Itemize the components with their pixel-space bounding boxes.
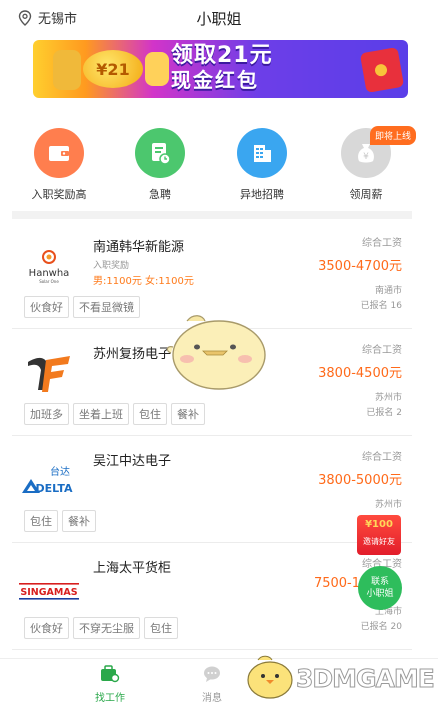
signup-count: 已报名 20 (360, 622, 402, 632)
top-header: 无锡市 小职姐 (0, 0, 438, 36)
watermark-mascot-icon (247, 655, 293, 699)
job-subtitle: 入职奖励 (93, 261, 130, 271)
quick-action-label: 异地招聘 (240, 188, 284, 201)
company-logo: SINGAMAS (18, 568, 80, 608)
banner-line1: 领取21元 (171, 43, 273, 68)
chick-mascot-image (166, 315, 266, 390)
company-name: 上海太平货柜 (93, 561, 172, 576)
job-listing[interactable]: 台达 DELTA 吴江中达电子 综合工资 3800-5000元 苏州市 包住 餐… (12, 436, 412, 543)
document-clock-icon (135, 128, 185, 178)
job-tags: 加班多 坐着上班 包住 餐补 (24, 403, 209, 425)
quick-action-remote-hiring[interactable]: 异地招聘 (222, 128, 302, 202)
job-tags: 包住 餐补 (24, 510, 100, 532)
job-bonus: 男:1100元 女:1100元 (93, 276, 194, 287)
job-city: 苏州市 (374, 500, 402, 510)
banner-line2: 现金红包 (171, 68, 259, 92)
company-logo-text: DELTA (36, 482, 73, 495)
coin-text: ¥21 (96, 59, 130, 79)
quick-action-label: 急聘 (149, 188, 171, 201)
tab-messages[interactable]: 消息 (182, 665, 242, 703)
pay-label: 综合工资 (362, 238, 402, 249)
contact-assistant-button[interactable]: 联系 小职姐 (358, 566, 402, 610)
company-name: 苏州复扬电子 (93, 347, 172, 362)
job-listing[interactable]: SINGAMAS 上海太平货柜 综合工资 7500-1 上海市 已报名 20 伙… (12, 543, 412, 650)
red-envelope-icon (359, 47, 405, 93)
company-logo-subtext: Solar One (39, 279, 59, 284)
company-logo: 台达 DELTA (18, 461, 80, 501)
job-tags: 伙食好 不看显微镜 (24, 296, 144, 318)
quick-action-urgent[interactable]: 急聘 (120, 128, 200, 202)
signup-count: 已报名 2 (366, 408, 402, 418)
quick-action-label: 入职奖励高 (31, 188, 87, 201)
tab-find-job[interactable]: 找工作 (80, 665, 140, 703)
pay-label: 综合工资 (362, 452, 402, 463)
job-city: 南通市 (374, 286, 402, 296)
wallet-icon (34, 128, 84, 178)
svg-text:¥: ¥ (363, 152, 369, 162)
contact-line2: 小职姐 (366, 589, 394, 599)
job-tag: 加班多 (24, 403, 69, 425)
job-tag: 不穿无尘服 (73, 617, 140, 639)
salary: 3500-4700元 (318, 259, 402, 274)
job-tag: 伙食好 (24, 296, 69, 318)
signup-count: 已报名 16 (360, 301, 402, 311)
job-tags: 伙食好 不穿无尘服 包住 (24, 617, 182, 639)
section-divider (12, 211, 412, 219)
pay-label: 综合工资 (362, 345, 402, 356)
job-tag: 包住 (144, 617, 178, 639)
salary: 3800-4500元 (318, 366, 402, 381)
company-logo: F (18, 354, 80, 394)
page-title: 小职姐 (196, 10, 242, 28)
job-tag: 包住 (24, 510, 58, 532)
watermark-text: 3DMGAME (296, 664, 436, 694)
quick-action-label: 领周薪 (349, 188, 383, 201)
coin-bag-image (145, 52, 169, 86)
coin-bag-image (53, 50, 81, 90)
job-tag: 餐补 (171, 403, 205, 425)
job-tag: 不看显微镜 (73, 296, 140, 318)
chat-bubble-icon (204, 666, 220, 682)
promo-banner[interactable]: ¥21 领取21元 现金红包 (33, 40, 408, 98)
quick-action-onboard-bonus[interactable]: 入职奖励高 (19, 128, 99, 202)
invite-friends-button[interactable]: ¥100 邀请好友 (357, 515, 401, 555)
job-tag: 坐着上班 (73, 403, 129, 425)
tab-label: 找工作 (95, 693, 125, 703)
briefcase-search-icon (101, 665, 120, 683)
job-tag: 伙食好 (24, 617, 69, 639)
invite-amount: ¥100 (365, 519, 393, 530)
salary: 7500-1 (313, 576, 360, 591)
company-logo: Hanwha Solar One (18, 247, 80, 287)
building-icon (237, 128, 287, 178)
banner-text: 领取21元 现金红包 (171, 43, 273, 93)
company-logo-cn: 台达 (50, 465, 70, 478)
tab-label: 消息 (202, 693, 222, 703)
site-watermark: 3DMGAME (244, 650, 436, 703)
coin-image: ¥21 (83, 50, 143, 88)
job-city: 苏州市 (374, 393, 402, 403)
company-logo-text: F (24, 352, 25, 353)
contact-line1: 联系 (370, 577, 389, 587)
company-name: 南通韩华新能源 (93, 240, 185, 255)
company-logo-text: Hanwha (29, 268, 70, 279)
coming-soon-badge: 即将上线 (370, 126, 417, 145)
salary: 3800-5000元 (318, 473, 402, 488)
job-tag: 餐补 (62, 510, 96, 532)
company-logo-text: SINGAMAS (20, 587, 77, 598)
job-tag: 包住 (133, 403, 167, 425)
invite-label: 邀请好友 (363, 537, 395, 546)
company-name: 吴江中达电子 (93, 454, 172, 469)
